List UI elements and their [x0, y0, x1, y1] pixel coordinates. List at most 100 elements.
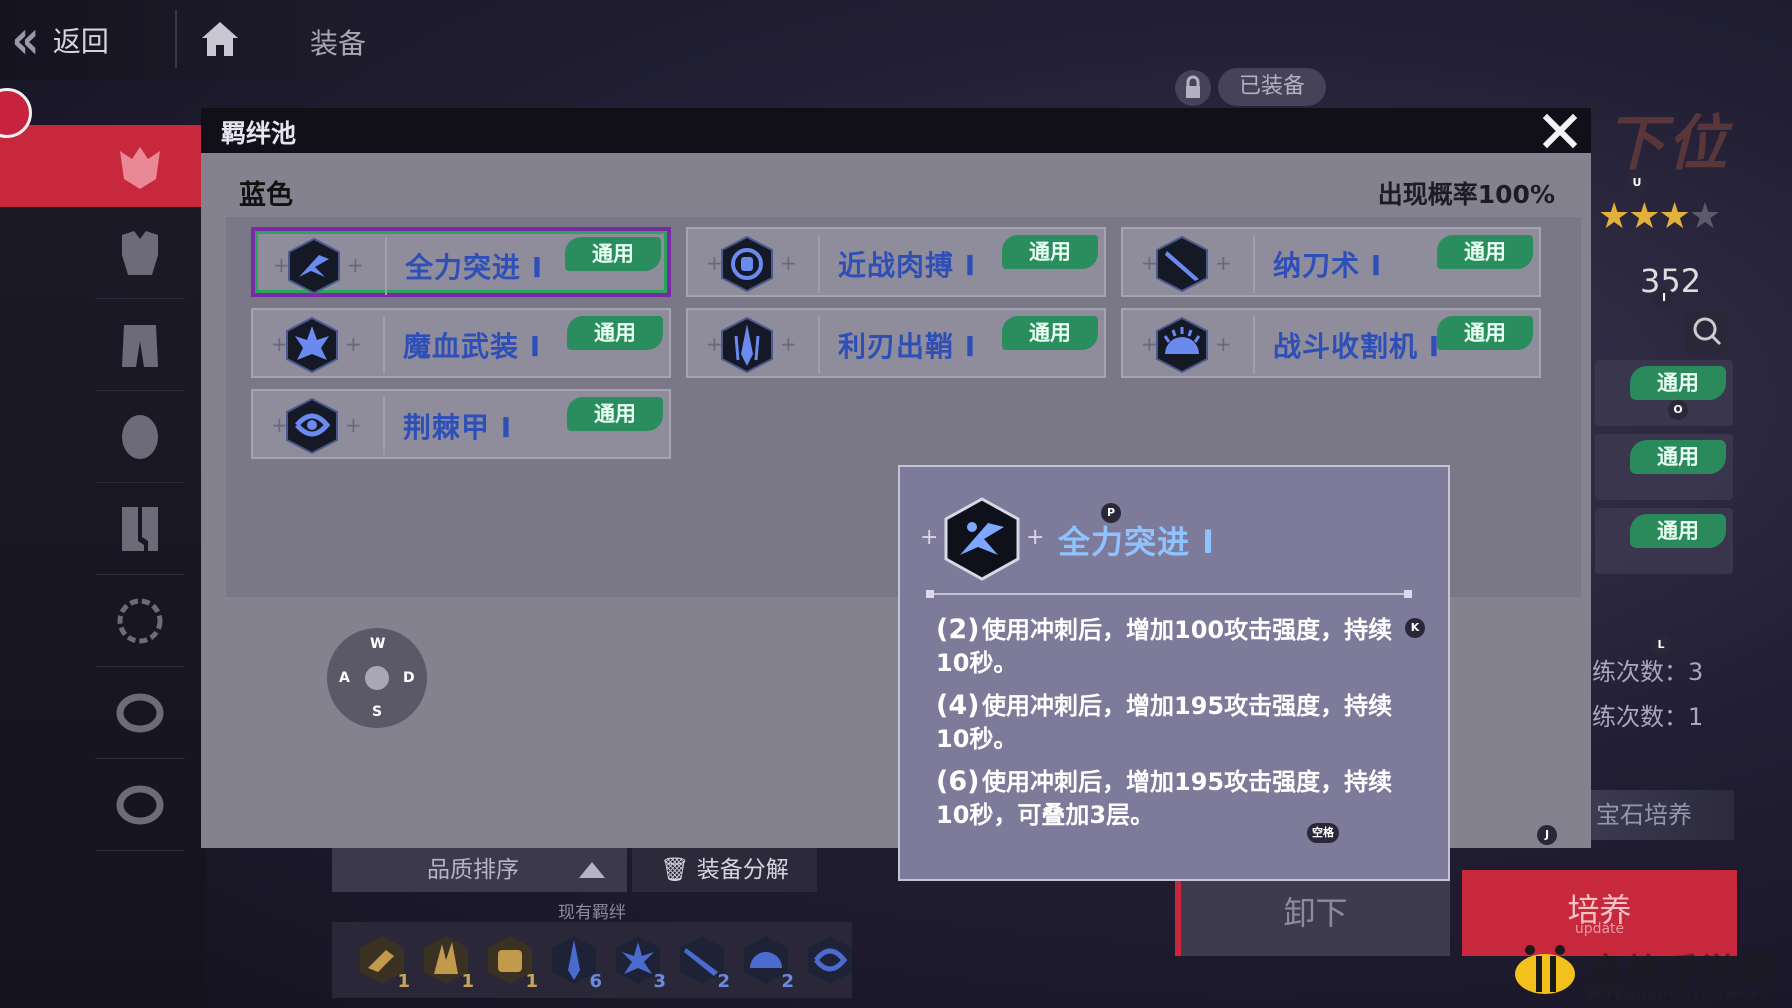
site-watermark: 蜜蜂手游网 MIFENGSHOUYOUWANG: [1510, 940, 1778, 1001]
sort-label: 品质排序: [427, 857, 519, 883]
key-hint-k: K: [1405, 618, 1425, 638]
owned-count: 6: [589, 971, 602, 992]
home-icon[interactable]: [198, 18, 242, 62]
dpad-center: [365, 666, 389, 690]
key-hint-u: U: [1627, 173, 1647, 193]
plus-mark: +: [347, 253, 364, 277]
card-divider: [385, 237, 387, 295]
dialog-header: 羁绊池: [201, 108, 1591, 153]
lock-icon[interactable]: [1175, 70, 1211, 106]
rail-slot-ring-1[interactable]: [95, 667, 185, 759]
owned-bond-item[interactable]: 2: [736, 930, 796, 992]
effect-text: 使用冲刺后，增加100攻击强度，持续10秒。: [936, 616, 1393, 677]
plus-mark: +: [920, 525, 939, 550]
quality-sort-button[interactable]: 品质排序: [332, 848, 627, 892]
blood-armor-icon: [286, 316, 338, 374]
effect-level: (4): [936, 690, 980, 721]
disassemble-label: 装备分解: [696, 857, 789, 883]
card-divider: [1253, 316, 1255, 374]
plus-mark: +: [1026, 525, 1045, 550]
fist-icon: [721, 235, 773, 293]
train-sublabel: update: [1574, 921, 1625, 937]
page-title: 装备: [310, 27, 367, 60]
tooltip-effect-line: (2) 使用冲刺后，增加100攻击强度，持续10秒。: [936, 613, 1406, 680]
owned-bond-item[interactable]: 1: [416, 930, 476, 992]
card-divider: [383, 316, 385, 374]
effect-text: 使用冲刺后，增加195攻击强度，持续10秒。: [936, 692, 1393, 753]
dash-icon: [944, 497, 1020, 581]
pants-icon: [122, 324, 158, 367]
owned-count: 3: [653, 971, 666, 992]
back-button[interactable]: « 返回: [8, 10, 173, 70]
rating-stars: ★★★★: [1598, 196, 1721, 237]
bond-card[interactable]: + + 利刃出鞘 Ⅰ 通用: [686, 308, 1106, 378]
bond-card[interactable]: + + 战斗收割机 Ⅰ 通用: [1121, 308, 1541, 378]
blue-dragon-icon: [808, 936, 852, 984]
disassemble-button[interactable]: 🗑 装备分解: [632, 848, 817, 892]
saw-icon: [1156, 316, 1208, 374]
key-hint-l: L: [1651, 635, 1671, 655]
bee-logo-icon: [1515, 945, 1575, 994]
necklace-icon: [117, 598, 163, 643]
thorn-armor-icon: [286, 397, 338, 455]
bond-card[interactable]: + + 近战肉搏 Ⅰ 通用: [686, 227, 1106, 297]
owned-bond-item[interactable]: 2: [672, 930, 732, 992]
bond-card[interactable]: + + 魔血武装 Ⅰ 通用: [251, 308, 671, 378]
owned-bond-item[interactable]: [800, 930, 852, 990]
owned-count: 2: [781, 971, 794, 992]
owned-bond-item[interactable]: 3: [608, 930, 668, 992]
gem-upgrade-button[interactable]: 宝石培养: [1582, 790, 1734, 840]
plus-mark: +: [345, 413, 362, 437]
dpad-left-key: A: [339, 670, 350, 686]
effect-level: (2): [936, 614, 980, 645]
rail-slot-boots[interactable]: [95, 483, 185, 575]
key-hint-i: I: [1654, 288, 1674, 308]
bond-card[interactable]: + + 纳刀术 Ⅰ 通用: [1121, 227, 1541, 297]
unequip-button[interactable]: 卸下: [1175, 870, 1450, 956]
search-button[interactable]: [1686, 310, 1730, 354]
train-count: 练次数：3: [1592, 658, 1704, 686]
tooltip-divider: [926, 590, 1412, 598]
armor-icon: [122, 230, 158, 275]
card-divider: [818, 235, 820, 293]
rail-slot-pants[interactable]: [95, 299, 185, 391]
tooltip-effect-line: (4) 使用冲刺后，增加195攻击强度，持续10秒。: [936, 689, 1406, 756]
bond-tag: 通用: [1002, 316, 1098, 350]
bond-card[interactable]: + + 荆棘甲 Ⅰ 通用: [251, 389, 671, 459]
bond-name: 纳刀术 Ⅰ: [1273, 249, 1383, 282]
bond-tag: 通用: [1437, 235, 1533, 269]
key-hint-o: O: [1668, 400, 1688, 420]
close-icon[interactable]: [1541, 112, 1579, 150]
dpad-control[interactable]: W A D S: [327, 628, 427, 728]
rail-slot-armor[interactable]: [95, 207, 185, 299]
rail-slot-necklace[interactable]: [95, 575, 185, 667]
effect-level: (6): [936, 766, 980, 797]
bond-name: 荆棘甲 Ⅰ: [403, 411, 513, 444]
rail-slot-gloves[interactable]: [95, 391, 185, 483]
owned-bond-item[interactable]: 6: [544, 930, 604, 992]
trash-icon: 🗑: [660, 857, 690, 883]
owned-bond-item[interactable]: 1: [480, 930, 540, 992]
bond-name: 魔血武装 Ⅰ: [403, 330, 542, 363]
back-chevron-icon: «: [11, 8, 40, 71]
dash-icon: [288, 237, 340, 295]
rail-slot-ring-2[interactable]: [95, 759, 185, 851]
owned-count: 2: [717, 971, 730, 992]
key-hint-space: 空格: [1307, 823, 1339, 843]
owned-bond-item[interactable]: 1: [352, 930, 412, 992]
top-nav-bar: « 返回 装备: [0, 0, 400, 80]
equipment-slot-rail: [0, 125, 205, 1008]
dpad-right-key: D: [403, 670, 415, 686]
dpad-up-key: W: [370, 636, 386, 652]
watermark-subtext: MIFENGSHOUYOUWANG: [1588, 988, 1772, 1001]
search-icon: [1693, 317, 1722, 346]
helmet-icon: [120, 147, 160, 189]
bond-tag: 通用: [567, 397, 663, 431]
card-divider: [383, 397, 385, 455]
rail-slot-active-helmet[interactable]: [0, 125, 205, 207]
bond-card[interactable]: + + 全力突进 Ⅰ 通用: [251, 227, 671, 297]
sort-triangle-icon: [579, 862, 605, 878]
bond-tag: 通用: [1437, 316, 1533, 350]
blade-icon: [721, 316, 773, 374]
back-label: 返回: [52, 25, 109, 58]
